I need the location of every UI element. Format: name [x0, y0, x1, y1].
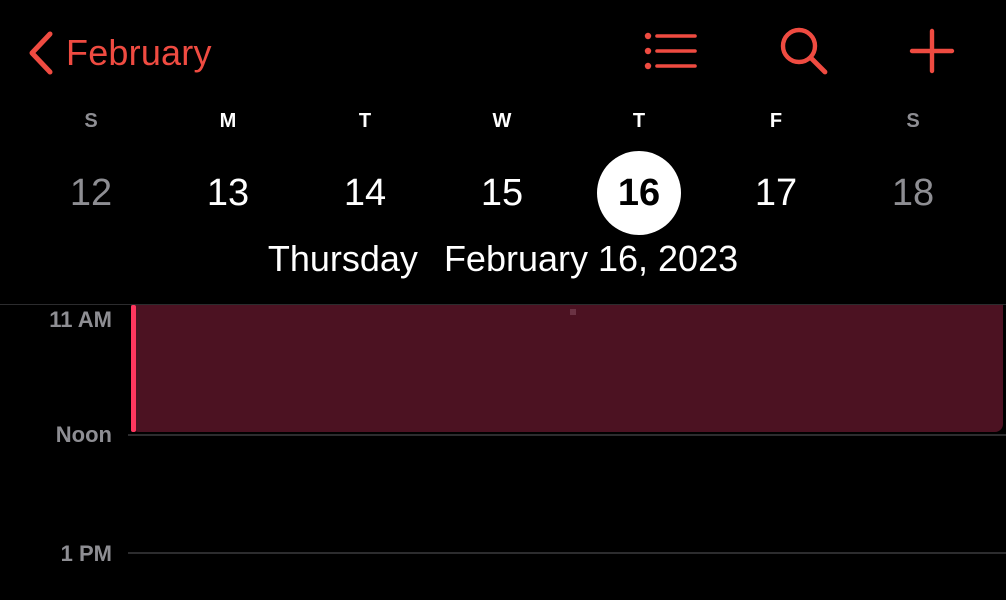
- weekday-label: S: [84, 110, 98, 132]
- day-number: 12: [69, 171, 113, 214]
- weekday-label: T: [632, 110, 646, 132]
- day-number: 13: [206, 171, 250, 214]
- selected-date-title: Thursday February 16, 2023: [0, 238, 1006, 286]
- selected-weekday: Thursday: [267, 238, 418, 279]
- weekday-label: M: [219, 110, 237, 132]
- day-number: 15: [480, 171, 524, 214]
- weekday-header: S M T W T F S: [0, 110, 1006, 138]
- weekday-label: F: [769, 110, 783, 132]
- weekday-label: W: [492, 110, 512, 132]
- list-icon: [643, 31, 697, 76]
- week-strip: 12 13 14 15 16 17 18: [0, 150, 1006, 236]
- plus-icon: [909, 28, 955, 79]
- day-cell[interactable]: 18: [870, 150, 956, 236]
- selected-date: February 16, 2023: [443, 238, 739, 279]
- hour-label: 1 PM: [60, 541, 112, 566]
- day-cell[interactable]: 12: [48, 150, 134, 236]
- day-timeline[interactable]: 11 AM Noon 1 PM: [0, 305, 1006, 600]
- event-color-bar: [131, 305, 136, 432]
- day-cell-selected[interactable]: 16: [596, 150, 682, 236]
- back-button[interactable]: February: [28, 26, 212, 80]
- back-button-label: February: [66, 32, 212, 73]
- chevron-left-icon: [28, 31, 54, 75]
- hour-label: 11 AM: [49, 307, 112, 332]
- hour-divider: [128, 552, 1006, 554]
- weekday-label: T: [358, 110, 372, 132]
- search-button[interactable]: [776, 26, 832, 80]
- weekday-label: S: [906, 110, 920, 132]
- day-cell[interactable]: 17: [733, 150, 819, 236]
- list-view-button[interactable]: [642, 26, 698, 80]
- day-cell[interactable]: 13: [185, 150, 271, 236]
- day-cell[interactable]: 15: [459, 150, 545, 236]
- event-resize-handle[interactable]: [570, 309, 576, 315]
- selected-day-number: 16: [597, 151, 681, 235]
- day-number: 17: [754, 171, 798, 214]
- day-number: 18: [891, 171, 935, 214]
- add-event-button[interactable]: [904, 26, 960, 80]
- day-number: 14: [343, 171, 387, 214]
- calendar-event[interactable]: [131, 305, 1003, 432]
- hour-divider: [128, 434, 1006, 436]
- navigation-bar: February: [0, 0, 1006, 105]
- search-icon: [778, 25, 830, 82]
- day-cell[interactable]: 14: [322, 150, 408, 236]
- hour-label: Noon: [55, 422, 112, 447]
